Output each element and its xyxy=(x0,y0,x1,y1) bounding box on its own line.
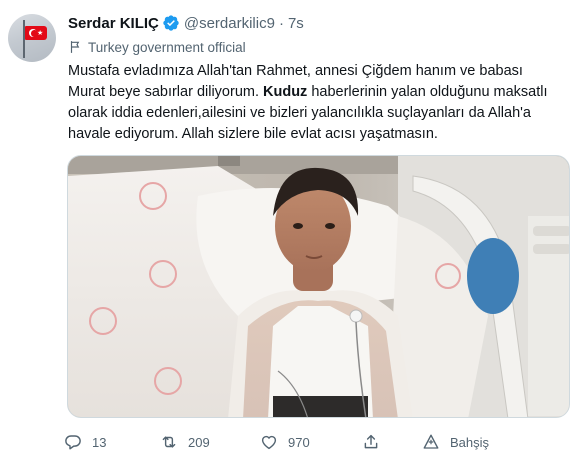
author-handle[interactable]: @serdarkilic9 xyxy=(184,15,275,32)
tip-label: Bahşiş xyxy=(450,434,490,450)
author-name[interactable]: Serdar KILIÇ xyxy=(68,15,159,32)
share-icon xyxy=(364,434,378,449)
tip-icon xyxy=(423,434,439,449)
label-text: Turkey government official xyxy=(88,39,246,55)
turkish-flag-icon: ★ xyxy=(25,26,47,40)
reply-button[interactable]: 13 xyxy=(64,432,106,452)
separator-dot: · xyxy=(278,14,284,32)
like-count: 970 xyxy=(288,434,310,450)
retweet-button[interactable]: 209 xyxy=(160,432,210,452)
verified-badge-icon xyxy=(163,15,179,31)
retweet-icon xyxy=(162,436,176,448)
tweet-text: Mustafa evladımıza Allah'tan Rahmet, ann… xyxy=(68,61,563,145)
tweet-photo[interactable] xyxy=(67,155,570,418)
like-button[interactable]: 970 xyxy=(260,432,310,452)
tip-button[interactable]: Bahşiş xyxy=(422,432,489,452)
flag-icon xyxy=(70,41,80,53)
tweet-header: Serdar KILIÇ @serdarkilic9 · 7s xyxy=(68,13,304,33)
retweet-count: 209 xyxy=(188,434,210,450)
tweet-text-bold[interactable]: Kuduz xyxy=(263,84,307,100)
hospital-bed-photo xyxy=(68,156,569,417)
author-avatar[interactable]: ★ xyxy=(8,14,56,62)
share-button[interactable] xyxy=(362,432,390,452)
tweet-actions: 13 209 970 Bahşiş xyxy=(64,432,489,452)
reply-count: 13 xyxy=(92,434,107,450)
heart-icon xyxy=(261,435,277,450)
government-label: Turkey government official xyxy=(68,38,246,56)
reply-icon xyxy=(65,435,81,450)
tweet-time[interactable]: 7s xyxy=(288,15,304,32)
